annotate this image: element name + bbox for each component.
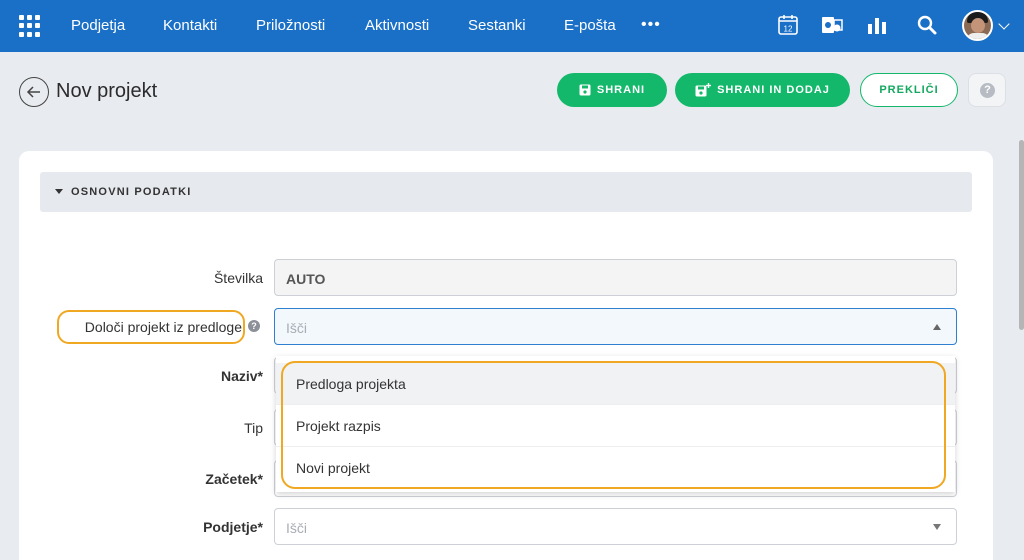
podjetje-select[interactable]: Išči (274, 508, 957, 545)
save-button-label: SHRANI (596, 84, 646, 96)
outlook-icon[interactable] (820, 13, 844, 37)
chevron-down-icon[interactable] (998, 18, 1010, 30)
cancel-button-label: PREKLIČI (879, 84, 939, 96)
nav-kontakti[interactable]: Kontakti (163, 17, 217, 34)
more-menu-icon[interactable]: ••• (641, 16, 661, 34)
back-button[interactable] (19, 77, 49, 107)
podjetje-label: Podjetje* (203, 519, 263, 535)
save-button[interactable]: SHRANI (557, 73, 667, 107)
predloga-placeholder: Išči (286, 320, 307, 336)
tip-label: Tip (244, 420, 263, 436)
stevilka-field: AUTO (274, 259, 957, 296)
highlight-predloga-label (57, 310, 245, 344)
highlight-dropdown-options (281, 361, 946, 489)
collapse-triangle-icon (55, 189, 63, 194)
predloga-help-icon[interactable]: ? (248, 320, 260, 332)
help-button[interactable]: ? (968, 73, 1006, 107)
search-icon[interactable] (915, 13, 939, 37)
avatar[interactable] (962, 10, 993, 41)
save-add-icon (695, 83, 712, 97)
zacetek-label: Začetek* (205, 471, 263, 487)
top-navigation-bar: Podjetja Kontakti Priložnosti Aktivnosti… (0, 0, 1024, 52)
nav-podjetja[interactable]: Podjetja (71, 17, 125, 34)
reports-icon[interactable] (865, 13, 889, 37)
naziv-label: Naziv* (220, 368, 263, 384)
save-and-add-button[interactable]: SHRANI IN DODAJ (675, 73, 850, 107)
podjetje-placeholder: Išči (286, 520, 307, 536)
nav-sestanki[interactable]: Sestanki (468, 17, 526, 34)
page-scrollbar[interactable] (1019, 140, 1024, 330)
nav-eposta[interactable]: E-pošta (564, 17, 616, 34)
page-title: Nov projekt (56, 80, 158, 102)
apps-grid-icon[interactable] (19, 15, 41, 37)
caret-down-icon (933, 524, 941, 530)
save-and-add-button-label: SHRANI IN DODAJ (717, 84, 830, 96)
caret-up-icon (933, 324, 941, 330)
help-icon: ? (980, 83, 995, 98)
stevilka-label: Številka (213, 270, 263, 286)
calendar-icon[interactable]: 12 (776, 13, 800, 37)
section-header-osnovni-podatki[interactable]: OSNOVNI PODATKI (40, 172, 972, 212)
nav-priloznosti[interactable]: Priložnosti (256, 17, 325, 34)
nav-aktivnosti[interactable]: Aktivnosti (365, 17, 429, 34)
stevilka-value: AUTO (286, 271, 326, 287)
cancel-button[interactable]: PREKLIČI (860, 73, 958, 107)
arrow-left-icon (26, 86, 40, 98)
save-icon (579, 84, 591, 96)
calendar-day-number: 12 (784, 25, 793, 34)
predloga-select[interactable]: Išči (274, 308, 957, 345)
section-title: OSNOVNI PODATKI (71, 186, 192, 198)
